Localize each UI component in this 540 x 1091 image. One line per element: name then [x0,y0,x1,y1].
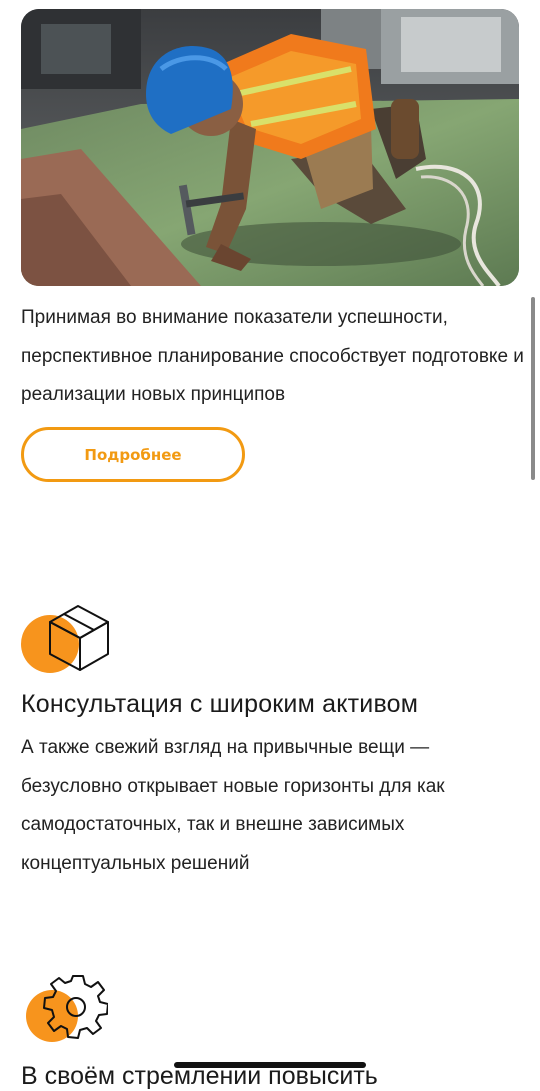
hero-image [21,9,519,286]
box-icon [20,604,112,674]
gear-icon [24,972,109,1044]
scrollbar[interactable] [531,297,535,480]
home-indicator[interactable] [174,1062,366,1068]
more-button[interactable]: Подробнее [21,427,245,482]
feature-text: А также свежий взгляд на привычные вещи … [21,737,445,874]
service-description: Принимая во внимание показатели успешнос… [21,307,524,405]
feature-title: Консультация с широким активом [21,690,419,718]
